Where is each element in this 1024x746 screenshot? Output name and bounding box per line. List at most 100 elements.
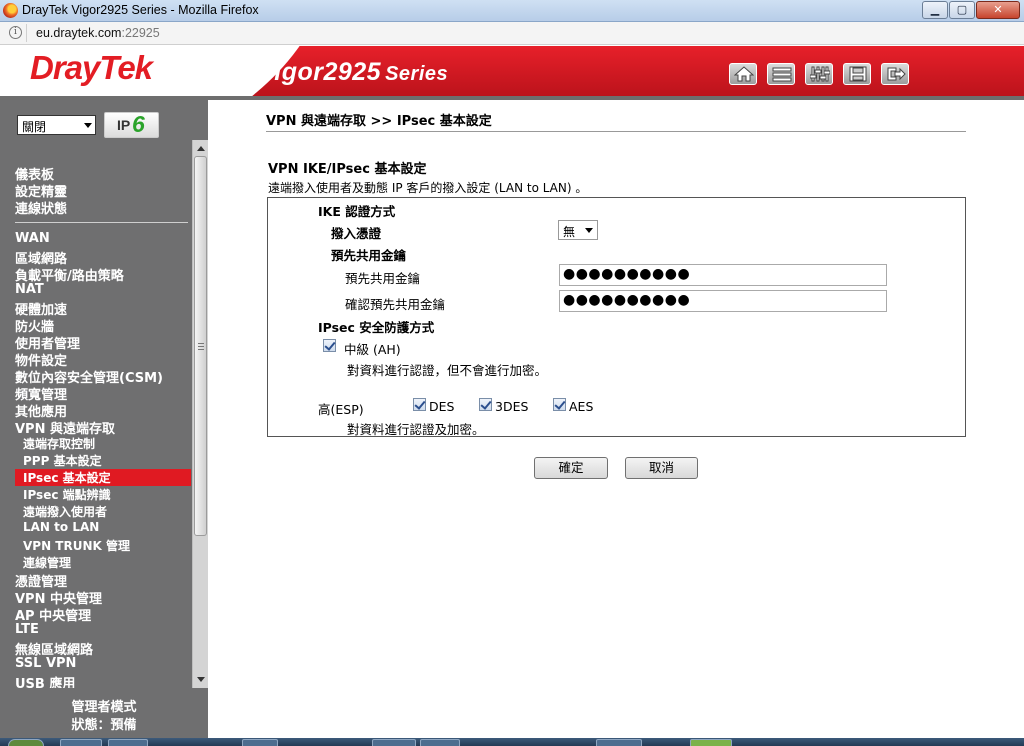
- cancel-button[interactable]: 取消: [625, 457, 698, 479]
- sidebar-item[interactable]: 遠端存取控制: [23, 435, 95, 452]
- sidebar-item[interactable]: 數位內容安全管理(CSM): [15, 367, 163, 386]
- scroll-thumb[interactable]: [194, 156, 207, 536]
- sidebar-item[interactable]: 使用者管理: [15, 333, 80, 352]
- taskbar-item[interactable]: [108, 739, 148, 746]
- psk-heading: 預先共用金鑰: [331, 248, 407, 263]
- site-info-icon[interactable]: i: [9, 26, 22, 39]
- header-banner: DrayTek Vigor2925 Series: [0, 46, 1024, 100]
- sidebar-item[interactable]: WAN: [15, 231, 50, 248]
- 3des-label: 3DES: [495, 399, 529, 414]
- top-toolbar: [729, 63, 919, 85]
- sidebar-item[interactable]: VPN 中央管理: [15, 588, 102, 607]
- auto-logout-select[interactable]: 關閉: [17, 115, 96, 135]
- sidebar-item[interactable]: NAT: [15, 282, 44, 299]
- close-icon: ✕: [993, 3, 1003, 16]
- logout-icon[interactable]: [881, 63, 909, 85]
- psk-confirm-label: 確認預先共用金鑰: [345, 297, 446, 312]
- ipv6-six-text: 6: [132, 111, 145, 137]
- sidebar-item[interactable]: AP 中央管理: [15, 605, 91, 624]
- section-title: VPN IKE/IPsec 基本設定: [268, 162, 427, 177]
- sidebar-item[interactable]: 儀表板: [15, 164, 54, 183]
- sidebar-item[interactable]: 防火牆: [15, 316, 54, 335]
- sidebar-item[interactable]: 頻寬管理: [15, 384, 67, 403]
- auto-logout-value: 關閉: [22, 120, 47, 134]
- sidebar-item[interactable]: 物件設定: [15, 350, 67, 369]
- breadcrumb: VPN 與遠端存取 >> IPsec 基本設定: [266, 114, 492, 129]
- aes-checkbox[interactable]: [553, 398, 566, 411]
- sidebar-item[interactable]: 遠端撥入使用者: [23, 503, 107, 520]
- sidebar-item[interactable]: 硬體加速: [15, 299, 67, 318]
- ok-button[interactable]: 確定: [534, 457, 608, 479]
- esp-label: 高(ESP): [318, 402, 364, 417]
- taskbar-item[interactable]: [420, 739, 460, 746]
- maximize-icon: ▢: [956, 3, 968, 16]
- sidebar-item[interactable]: LAN to LAN: [23, 520, 99, 537]
- menu-list-icon[interactable]: [767, 63, 795, 85]
- sidebar: 關閉 IP 6 儀表板 設定精靈 連線狀態 WAN 區域網路 負載平衡/路由策略 NAT 硬體…: [0, 100, 208, 746]
- sidebar-item[interactable]: 負載平衡/路由策略: [15, 265, 124, 284]
- taskbar-item[interactable]: [242, 739, 278, 746]
- des-checkbox[interactable]: [413, 398, 426, 411]
- sidebar-menu: 儀表板 設定精靈 連線狀態 WAN 區域網路 負載平衡/路由策略 NAT 硬體加速 防火牆 使用者…: [0, 140, 192, 688]
- url-input[interactable]: [26, 24, 1024, 42]
- sidebar-item[interactable]: VPN TRUNK 管理: [23, 537, 130, 554]
- minimize-icon: ▁: [930, 3, 940, 16]
- chevron-down-icon: [84, 123, 92, 128]
- sidebar-item[interactable]: VPN 與遠端存取: [15, 418, 115, 437]
- sidebar-item[interactable]: SSL VPN: [15, 656, 76, 673]
- sidebar-item[interactable]: 憑證管理: [15, 571, 67, 590]
- save-disk-icon[interactable]: [843, 63, 871, 85]
- sliders-icon[interactable]: [805, 63, 833, 85]
- taskbar-item[interactable]: [690, 739, 732, 746]
- sidebar-item[interactable]: 區域網路: [15, 248, 67, 267]
- sidebar-item[interactable]: LTE: [15, 622, 39, 639]
- status-label: 狀態：預備: [71, 718, 137, 733]
- psk-input[interactable]: ●●●●●●●●●●: [559, 264, 887, 286]
- minimize-button[interactable]: ▁: [922, 1, 948, 19]
- model-text: Vigor2925: [258, 58, 382, 86]
- dialin-cert-select[interactable]: 無: [558, 220, 598, 240]
- sidebar-item[interactable]: IPsec 基本設定: [15, 469, 191, 486]
- taskbar-item[interactable]: [596, 739, 642, 746]
- draytek-logo: DrayTek: [30, 49, 153, 86]
- maximize-button[interactable]: ▢: [949, 1, 975, 19]
- settings-panel: IKE 認證方式 撥入憑證 無 預先共用金鑰 預先共用金鑰 ●●●●●●●●●●…: [267, 197, 966, 437]
- ipv6-button[interactable]: IP 6: [104, 111, 159, 138]
- sidebar-item[interactable]: PPP 基本設定: [23, 452, 102, 469]
- taskbar-item[interactable]: [372, 739, 416, 746]
- close-window-button[interactable]: ✕: [976, 1, 1020, 19]
- model-name: Vigor2925 Series: [258, 58, 448, 87]
- sidebar-top: 關閉 IP 6: [0, 100, 208, 140]
- sidebar-item[interactable]: 連線管理: [23, 554, 71, 571]
- sidebar-item[interactable]: IPsec 端點辨識: [23, 486, 111, 503]
- aes-label: AES: [569, 399, 594, 414]
- sidebar-item[interactable]: 無線區域網路: [15, 639, 93, 658]
- taskbar-item[interactable]: [60, 739, 102, 746]
- sidebar-item[interactable]: 設定精靈: [15, 181, 67, 200]
- window-titlebar: DrayTek Vigor2925 Series - Mozilla Firef…: [0, 0, 1024, 22]
- ipv6-ip-text: IP: [117, 117, 131, 133]
- home-icon[interactable]: [729, 63, 757, 85]
- scroll-up-icon[interactable]: [197, 146, 205, 151]
- psk-label: 預先共用金鑰: [345, 271, 421, 286]
- window-controls: ▁ ▢ ✕: [921, 1, 1020, 19]
- 3des-checkbox[interactable]: [479, 398, 492, 411]
- start-button[interactable]: [8, 739, 44, 746]
- url-text[interactable]: eu.draytek.com:22925: [36, 26, 160, 40]
- sidebar-scrollbar[interactable]: [192, 140, 208, 688]
- series-text: Series: [385, 63, 449, 85]
- ah-label: 中級 (AH): [344, 342, 401, 357]
- main-content: VPN 與遠端存取 >> IPsec 基本設定 VPN IKE/IPsec 基本…: [208, 100, 1024, 738]
- sidebar-item[interactable]: 連線狀態: [15, 198, 67, 217]
- ah-checkbox[interactable]: [323, 339, 336, 352]
- header-divider: [266, 131, 966, 132]
- sidebar-divider: [15, 222, 188, 223]
- url-bar: i eu.draytek.com:22925: [0, 22, 1024, 45]
- ah-description: 對資料進行認證，但不會進行加密。: [347, 363, 548, 378]
- psk-confirm-value: ●●●●●●●●●●: [563, 292, 691, 308]
- sidebar-item[interactable]: 其他應用: [15, 401, 67, 420]
- psk-confirm-input[interactable]: ●●●●●●●●●●: [559, 290, 887, 312]
- sidebar-item[interactable]: USB 應用: [15, 673, 75, 688]
- scroll-down-icon[interactable]: [197, 677, 205, 682]
- chevron-down-icon: [585, 228, 593, 233]
